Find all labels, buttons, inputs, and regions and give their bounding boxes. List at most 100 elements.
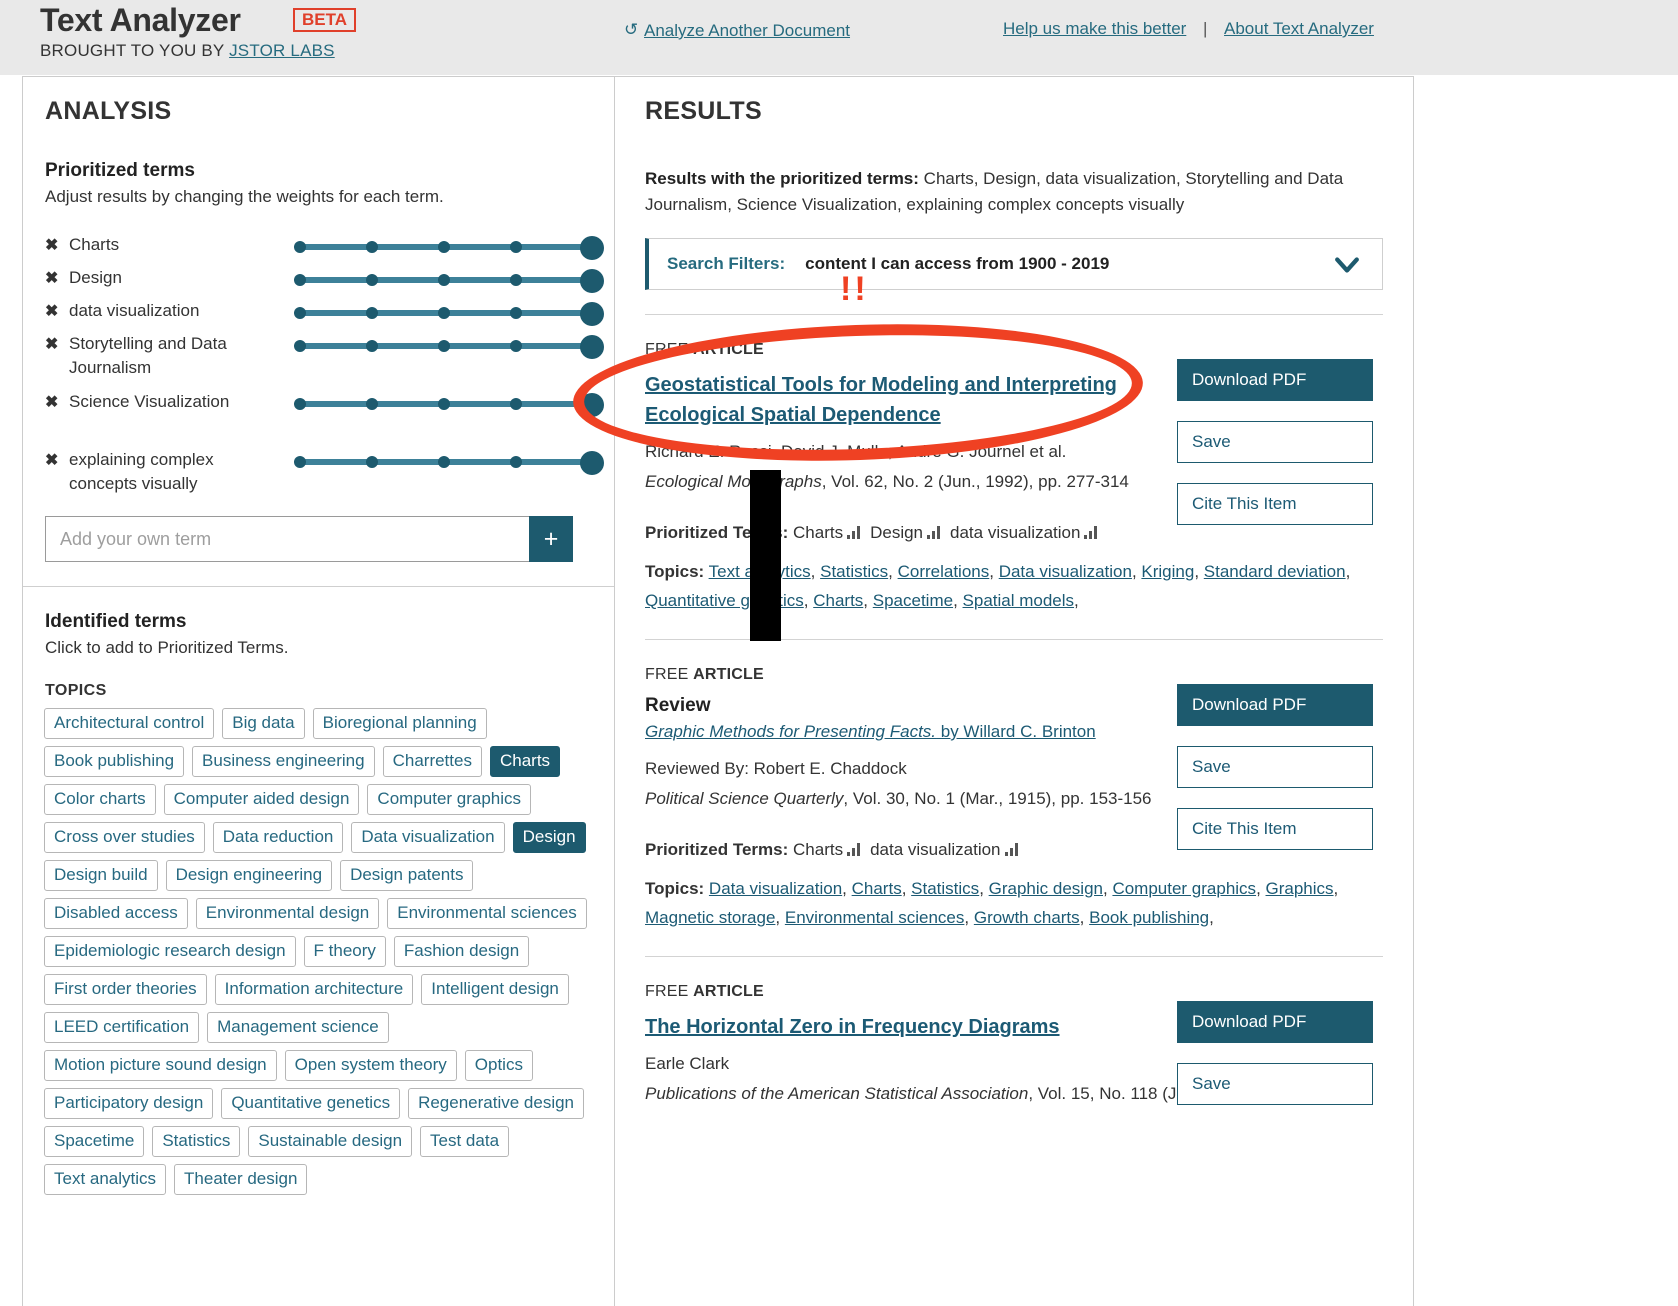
analyze-another-document-link[interactable]: Analyze Another Document	[644, 21, 850, 41]
download-pdf-button[interactable]: Download PDF	[1177, 359, 1373, 401]
slider-tick[interactable]	[294, 398, 306, 410]
slider-tick[interactable]	[438, 340, 450, 352]
help-us-make-this-better-link[interactable]: Help us make this better	[1003, 19, 1186, 39]
topic-tag[interactable]: Optics	[464, 1050, 533, 1081]
result-topic-link[interactable]: Data visualization	[709, 879, 842, 898]
topic-tag[interactable]: Spacetime	[44, 1126, 145, 1157]
remove-term-icon[interactable]: ✖	[45, 444, 69, 477]
topic-tag[interactable]: Design	[512, 822, 586, 853]
result-topic-link[interactable]: Growth charts	[974, 908, 1080, 927]
slider-tick[interactable]	[510, 456, 522, 468]
topic-tag[interactable]: Architectural control	[44, 708, 215, 739]
topic-tag[interactable]: Sustainable design	[248, 1126, 413, 1157]
topic-tag[interactable]: Color charts	[44, 784, 156, 815]
slider-tick[interactable]	[438, 398, 450, 410]
remove-term-icon[interactable]: ✖	[45, 295, 69, 328]
topic-tag[interactable]: Computer graphics	[367, 784, 532, 815]
slider-tick[interactable]	[366, 241, 378, 253]
jstor-labs-link[interactable]: JSTOR LABS	[229, 41, 335, 60]
result-topic-link[interactable]: Charts	[852, 879, 902, 898]
result-topic-link[interactable]: Spatial models	[963, 591, 1075, 610]
slider-tick[interactable]	[366, 456, 378, 468]
save-button[interactable]: Save	[1177, 1063, 1373, 1105]
slider-tick[interactable]	[294, 307, 306, 319]
slider-tick[interactable]	[366, 398, 378, 410]
slider-tick[interactable]	[294, 241, 306, 253]
topic-tag[interactable]: Text analytics	[44, 1164, 167, 1195]
term-weight-slider[interactable]	[294, 393, 604, 417]
topic-tag[interactable]: Design patents	[340, 860, 474, 891]
slider-tick[interactable]	[510, 398, 522, 410]
result-title-link[interactable]: Graphic Methods for Presenting Facts. by…	[645, 717, 1096, 747]
save-button[interactable]: Save	[1177, 421, 1373, 463]
topic-tag[interactable]: Bioregional planning	[312, 708, 487, 739]
result-topic-link[interactable]: Statistics	[911, 879, 979, 898]
add-term-button[interactable]: +	[529, 516, 573, 562]
topic-tag[interactable]: Charts	[489, 746, 561, 777]
slider-knob[interactable]	[580, 335, 604, 359]
slider-knob[interactable]	[580, 269, 604, 293]
topic-tag[interactable]: LEED certification	[44, 1012, 200, 1043]
result-topic-link[interactable]: Data visualization	[999, 562, 1132, 581]
cite-this-item-button[interactable]: Cite This Item	[1177, 808, 1373, 850]
slider-knob[interactable]	[580, 451, 604, 475]
result-topic-link[interactable]: Correlations	[898, 562, 990, 581]
result-topic-link[interactable]: Quantitative genetics	[645, 591, 804, 610]
topic-tag[interactable]: Data reduction	[212, 822, 344, 853]
topic-tag[interactable]: Environmental design	[195, 898, 380, 929]
term-weight-slider[interactable]	[294, 269, 604, 293]
topic-tag[interactable]: Design engineering	[165, 860, 333, 891]
result-topic-link[interactable]: Text analytics	[709, 562, 811, 581]
topic-tag[interactable]: Cross over studies	[44, 822, 205, 853]
remove-term-icon[interactable]: ✖	[45, 328, 69, 361]
topic-tag[interactable]: First order theories	[44, 974, 207, 1005]
result-topic-link[interactable]: Spacetime	[873, 591, 953, 610]
result-topic-link[interactable]: Graphic design	[989, 879, 1103, 898]
topic-tag[interactable]: Open system theory	[284, 1050, 457, 1081]
remove-term-icon[interactable]: ✖	[45, 262, 69, 295]
result-topic-link[interactable]: Standard deviation	[1204, 562, 1346, 581]
slider-tick[interactable]	[438, 274, 450, 286]
slider-tick[interactable]	[366, 274, 378, 286]
term-weight-slider[interactable]	[294, 451, 604, 475]
slider-tick[interactable]	[366, 340, 378, 352]
slider-tick[interactable]	[294, 274, 306, 286]
topic-tag[interactable]: Book publishing	[44, 746, 185, 777]
slider-tick[interactable]	[366, 307, 378, 319]
cite-this-item-button[interactable]: Cite This Item	[1177, 483, 1373, 525]
result-title-link[interactable]: The Horizontal Zero in Frequency Diagram…	[645, 1012, 1205, 1042]
result-topic-link[interactable]: Book publishing	[1089, 908, 1209, 927]
topic-tag[interactable]: Motion picture sound design	[44, 1050, 277, 1081]
about-text-analyzer-link[interactable]: About Text Analyzer	[1224, 19, 1374, 39]
slider-knob[interactable]	[580, 236, 604, 260]
chevron-down-icon[interactable]	[1334, 252, 1360, 278]
result-topic-link[interactable]: Magnetic storage	[645, 908, 775, 927]
topic-tag[interactable]: Design build	[44, 860, 158, 891]
topic-tag[interactable]: Regenerative design	[408, 1088, 585, 1119]
topic-tag[interactable]: Disabled access	[44, 898, 188, 929]
slider-knob[interactable]	[580, 302, 604, 326]
remove-term-icon[interactable]: ✖	[45, 386, 69, 419]
topic-tag[interactable]: Test data	[420, 1126, 510, 1157]
topic-tag[interactable]: Epidemiologic research design	[44, 936, 296, 967]
result-topic-link[interactable]: Graphics	[1266, 879, 1334, 898]
topic-tag[interactable]: Statistics	[152, 1126, 241, 1157]
topic-tag[interactable]: Environmental sciences	[387, 898, 587, 929]
topic-tag[interactable]: Participatory design	[44, 1088, 214, 1119]
topic-tag[interactable]: Data visualization	[351, 822, 505, 853]
slider-tick[interactable]	[438, 307, 450, 319]
slider-tick[interactable]	[294, 340, 306, 352]
topic-tag[interactable]: Management science	[207, 1012, 389, 1043]
remove-term-icon[interactable]: ✖	[45, 229, 69, 262]
result-topic-link[interactable]: Charts	[813, 591, 863, 610]
topic-tag[interactable]: Theater design	[174, 1164, 308, 1195]
add-term-input[interactable]	[45, 516, 529, 562]
slider-tick[interactable]	[510, 241, 522, 253]
topic-tag[interactable]: Charrettes	[382, 746, 482, 777]
result-topic-link[interactable]: Kriging	[1141, 562, 1194, 581]
slider-tick[interactable]	[438, 241, 450, 253]
slider-tick[interactable]	[438, 456, 450, 468]
topic-tag[interactable]: F theory	[303, 936, 386, 967]
topic-tag[interactable]: Big data	[222, 708, 305, 739]
search-filters-bar[interactable]: Search Filters: content I can access fro…	[645, 238, 1383, 290]
